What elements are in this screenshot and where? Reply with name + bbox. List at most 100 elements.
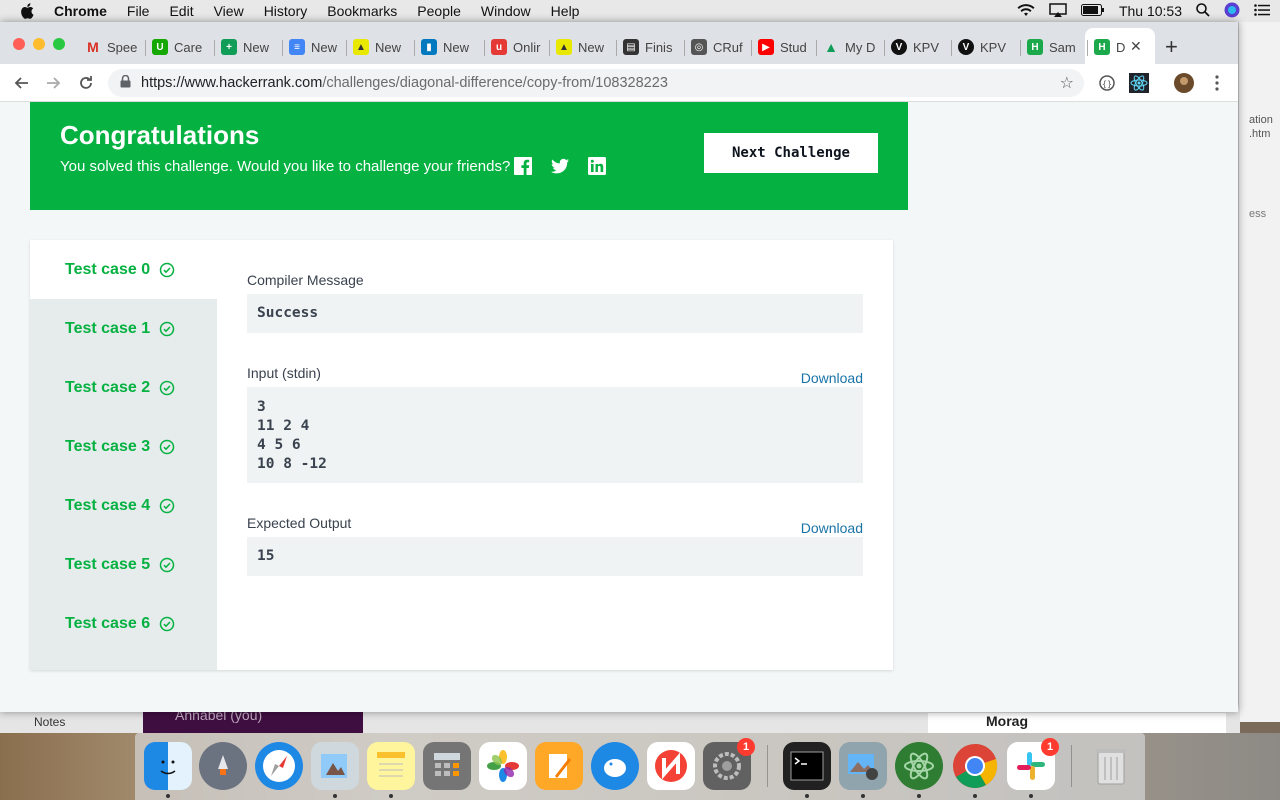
calculator-icon[interactable]: [423, 742, 471, 790]
test-case-tab-5[interactable]: Test case 5: [30, 535, 217, 594]
image-capture-icon[interactable]: [839, 742, 887, 790]
menu-history[interactable]: History: [264, 3, 308, 19]
browser-tab-1[interactable]: U Care: [152, 36, 230, 58]
browser-tab-13[interactable]: V KPV: [958, 36, 1036, 58]
menu-app-name[interactable]: Chrome: [54, 3, 107, 19]
menu-clock[interactable]: Thu 10:53: [1119, 3, 1182, 19]
tab-separator: [951, 40, 952, 56]
test-case-tab-3[interactable]: Test case 3: [30, 417, 217, 476]
news-icon[interactable]: [647, 742, 695, 790]
next-challenge-button[interactable]: Next Challenge: [704, 133, 878, 173]
menu-view[interactable]: View: [214, 3, 244, 19]
tableplus-icon[interactable]: [591, 742, 639, 790]
check-circle-icon: [159, 616, 175, 631]
tab-separator: [1020, 40, 1021, 56]
chrome-icon[interactable]: [951, 742, 999, 790]
close-window-button[interactable]: [13, 38, 25, 50]
upwork-icon: U: [152, 39, 168, 55]
address-bar[interactable]: https://www.hackerrank.com/challenges/di…: [108, 69, 1084, 97]
notes-icon[interactable]: [367, 742, 415, 790]
running-indicator: [389, 794, 393, 798]
bookmark-star-icon[interactable]: ☆: [1060, 73, 1074, 93]
facebook-icon[interactable]: [513, 156, 533, 176]
tab-label: New: [311, 39, 338, 55]
check-circle-icon: [159, 321, 175, 336]
menu-edit[interactable]: Edit: [169, 3, 193, 19]
finder-icon[interactable]: [144, 742, 192, 790]
test-case-tab-4[interactable]: Test case 4: [30, 476, 217, 535]
test-case-tab-0[interactable]: Test case 0: [30, 240, 217, 299]
input-download-link[interactable]: Download: [801, 370, 863, 386]
menu-people[interactable]: People: [417, 3, 461, 19]
system-preferences-icon[interactable]: 1: [703, 738, 755, 790]
test-case-tab-1[interactable]: Test case 1: [30, 299, 217, 358]
triangle-icon: ▲: [353, 39, 369, 55]
terminal-icon[interactable]: [783, 742, 831, 790]
background-text-fragment: ation: [1249, 114, 1273, 126]
maximize-window-button[interactable]: [53, 38, 65, 50]
output-download-link[interactable]: Download: [801, 520, 863, 536]
menu-file[interactable]: File: [127, 3, 150, 19]
browser-tab-8[interactable]: ▤ Finis: [623, 36, 701, 58]
test-case-label: Test case 6: [65, 614, 151, 632]
apple-menu-icon[interactable]: [18, 2, 36, 20]
react-devtools-icon[interactable]: [1129, 73, 1149, 93]
preview-icon[interactable]: [311, 742, 359, 790]
spotlight-search-icon[interactable]: [1196, 2, 1210, 20]
tab-label: New: [578, 39, 605, 55]
chrome-menu-icon[interactable]: [1207, 73, 1227, 93]
congratulations-banner: Congratulations You solved this challeng…: [30, 102, 908, 210]
slack-icon[interactable]: 1: [1007, 738, 1059, 790]
extension-icon[interactable]: {}: [1097, 73, 1117, 93]
back-button[interactable]: [10, 72, 32, 94]
airplay-icon[interactable]: [1049, 2, 1067, 20]
running-indicator: [333, 794, 337, 798]
hackerrank-icon: H: [1094, 39, 1110, 55]
safari-icon[interactable]: [255, 742, 303, 790]
atom-icon[interactable]: [895, 742, 943, 790]
test-case-tab-2[interactable]: Test case 2: [30, 358, 217, 417]
forward-button[interactable]: [43, 72, 65, 94]
browser-tab-4[interactable]: ▲ New: [353, 36, 431, 58]
browser-tab-2[interactable]: + New: [221, 36, 299, 58]
test-case-tab-6[interactable]: Test case 6: [30, 594, 217, 653]
notification-badge: 1: [1041, 738, 1059, 756]
twitter-icon[interactable]: [550, 156, 570, 176]
wifi-icon[interactable]: [1017, 3, 1035, 20]
minimize-window-button[interactable]: [33, 38, 45, 50]
new-tab-button[interactable]: +: [1165, 34, 1178, 60]
launchpad-icon[interactable]: [199, 742, 247, 790]
tab-label: KPV: [913, 39, 940, 55]
browser-tab-11[interactable]: ▲ My D: [823, 36, 901, 58]
trash-icon[interactable]: [1087, 742, 1135, 790]
menu-bookmarks[interactable]: Bookmarks: [327, 3, 397, 19]
browser-tab-5[interactable]: ▮ New: [421, 36, 499, 58]
pages-icon[interactable]: [535, 742, 583, 790]
profile-avatar[interactable]: [1174, 73, 1194, 93]
linkedin-icon[interactable]: [587, 156, 607, 176]
tab-separator: [346, 40, 347, 56]
contact-morag: Morag: [928, 713, 1226, 733]
lock-icon: [120, 74, 131, 92]
test-case-label: Test case 4: [65, 496, 151, 514]
tab-label: Spee: [107, 39, 138, 55]
reload-button[interactable]: [75, 72, 97, 94]
menu-help[interactable]: Help: [551, 3, 580, 19]
sheets-icon: +: [221, 39, 237, 55]
menu-window[interactable]: Window: [481, 3, 531, 19]
drive-icon: ▲: [824, 39, 838, 55]
battery-icon[interactable]: [1080, 3, 1105, 19]
photos-icon[interactable]: [479, 742, 527, 790]
close-tab-icon[interactable]: ✕: [1130, 38, 1142, 55]
test-case-list: Test case 0 Test case 1 Test case 2 Test…: [30, 240, 217, 670]
siri-icon[interactable]: [1224, 2, 1240, 21]
tab-label: My D: [845, 39, 876, 55]
tab-label: Finis: [645, 39, 673, 55]
tab-label: New: [243, 39, 270, 55]
check-circle-icon: [159, 262, 175, 277]
triangle-icon: ▲: [556, 39, 572, 55]
doc-icon: ▤: [623, 39, 639, 55]
notification-center-icon[interactable]: [1254, 3, 1270, 19]
tab-separator: [282, 40, 283, 56]
test-case-label: Test case 3: [65, 437, 151, 455]
